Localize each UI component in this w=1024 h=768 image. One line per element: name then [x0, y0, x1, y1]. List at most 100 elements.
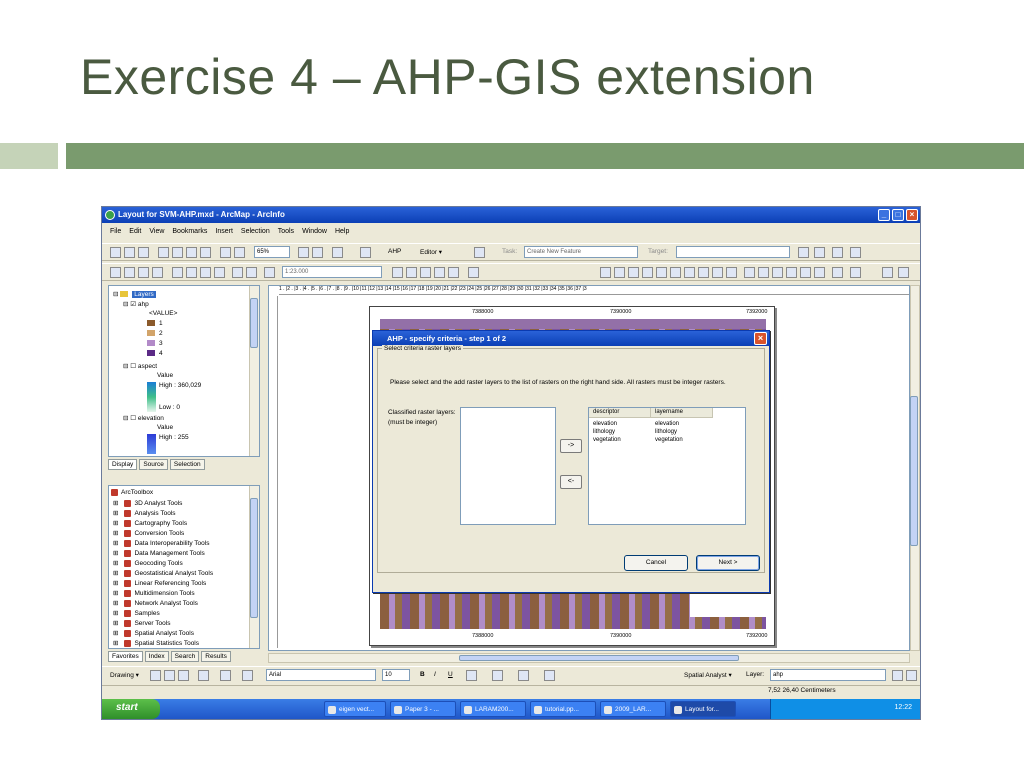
toggle-draft-icon[interactable]: [298, 247, 309, 258]
toc-layer-aspect[interactable]: ⊟ ☐ aspect: [123, 362, 157, 370]
font-color-icon[interactable]: [466, 670, 477, 681]
tab-search[interactable]: Search: [170, 651, 200, 662]
menu-file[interactable]: File: [110, 228, 121, 239]
taskbar-item[interactable]: 2009_LAR...: [600, 701, 666, 717]
collapse-icon[interactable]: ⊟: [113, 291, 120, 298]
menu-selection[interactable]: Selection: [241, 228, 270, 239]
selected-rasters-listview[interactable]: descriptor layername elevation elevation…: [588, 407, 746, 525]
zoom-in-icon[interactable]: [600, 267, 611, 278]
edit-tool-icon[interactable]: [798, 247, 809, 258]
menu-help[interactable]: Help: [335, 228, 349, 239]
pan-icon[interactable]: [656, 267, 667, 278]
layer-checkbox-unchecked[interactable]: ☐: [130, 363, 138, 370]
open-folder-icon[interactable]: [124, 267, 135, 278]
zoom-to-elements-icon[interactable]: [178, 670, 189, 681]
toc-icon[interactable]: [406, 267, 417, 278]
remove-layer-button[interactable]: <-: [560, 475, 582, 489]
menu-insert[interactable]: Insert: [215, 228, 233, 239]
fixed-zoom-in-icon[interactable]: [628, 267, 639, 278]
save-icon[interactable]: [138, 267, 149, 278]
go-to-xy-icon[interactable]: [786, 267, 797, 278]
zoom-out-icon[interactable]: [614, 267, 625, 278]
toolbox-item[interactable]: ⊞ Server Tools: [113, 619, 170, 627]
whats-this-icon[interactable]: [468, 267, 479, 278]
layout-view-icon[interactable]: [882, 267, 893, 278]
text-tool-icon[interactable]: [220, 670, 231, 681]
tab-results[interactable]: Results: [201, 651, 231, 662]
ahp-button[interactable]: AHP: [388, 248, 401, 255]
taskbar-item-active[interactable]: Layout for...: [670, 701, 736, 717]
start-button[interactable]: start: [102, 699, 160, 719]
html-popup-icon[interactable]: [832, 267, 843, 278]
zoom-whole-page-icon[interactable]: [186, 247, 197, 258]
menu-tools[interactable]: Tools: [278, 228, 294, 239]
cancel-button[interactable]: Cancel: [624, 555, 688, 571]
redo-icon[interactable]: [246, 267, 257, 278]
model-builder-icon[interactable]: [448, 267, 459, 278]
fixed-zoom-out-icon[interactable]: [642, 267, 653, 278]
back-extent-icon[interactable]: [220, 247, 231, 258]
toc-layer-ahp[interactable]: ⊟ ☑ ahp: [123, 300, 149, 308]
ahp-tool-icon[interactable]: [360, 247, 371, 258]
tab-index[interactable]: Index: [144, 651, 169, 662]
toolbox-item[interactable]: ⊞ Data Management Tools: [113, 549, 205, 557]
layer-combo[interactable]: ahp: [770, 669, 886, 681]
next-extent-icon[interactable]: [698, 267, 709, 278]
toc-scrollbar[interactable]: [249, 286, 259, 456]
menu-bookmarks[interactable]: Bookmarks: [172, 228, 207, 239]
line-color-icon[interactable]: [518, 670, 529, 681]
toolbox-item[interactable]: ⊞ Geostatistical Analyst Tools: [113, 569, 213, 577]
toolbox-item[interactable]: ⊞ Spatial Analyst Tools: [113, 629, 194, 637]
globe-full-extent-icon[interactable]: [670, 267, 681, 278]
change-layout-icon[interactable]: [332, 247, 343, 258]
close-button[interactable]: ×: [906, 209, 918, 221]
zoom-level-combo[interactable]: 65%: [254, 246, 290, 258]
taskbar-item[interactable]: Paper 3 - ...: [390, 701, 456, 717]
editor-toolbar-icon[interactable]: [392, 267, 403, 278]
toc-root-layers[interactable]: ⊟ Layers: [113, 290, 156, 298]
hyperlink-icon[interactable]: [814, 267, 825, 278]
identify-icon[interactable]: [758, 267, 769, 278]
fixed-zoom-icon[interactable]: [172, 247, 183, 258]
zoom-in-fixed-icon[interactable]: [110, 247, 121, 258]
available-rasters-list[interactable]: [460, 407, 556, 525]
cut-icon[interactable]: [172, 267, 183, 278]
tab-favorites[interactable]: Favorites: [108, 651, 143, 662]
toolbox-scrollbar[interactable]: [249, 486, 259, 648]
marker-color-icon[interactable]: [544, 670, 555, 681]
row-descriptor[interactable]: lithology: [593, 429, 615, 435]
fill-color-icon[interactable]: [492, 670, 503, 681]
arcmap-titlebar[interactable]: Layout for SVM-AHP.mxd - ArcMap - ArcInf…: [102, 207, 920, 223]
toolbox-item[interactable]: ⊞ 3D Analyst Tools: [113, 499, 182, 507]
taskbar-item[interactable]: LARAM200...: [460, 701, 526, 717]
maximize-button[interactable]: □: [892, 209, 904, 221]
arctoolbox-root[interactable]: ArcToolbox: [111, 489, 153, 496]
create-viewer-icon[interactable]: [850, 267, 861, 278]
zoom-100-icon[interactable]: [200, 247, 211, 258]
data-view-icon[interactable]: [898, 267, 909, 278]
select-elements-icon[interactable]: [150, 670, 161, 681]
paste-icon[interactable]: [200, 267, 211, 278]
toc-scroll-thumb[interactable]: [250, 298, 258, 348]
previous-extent-icon[interactable]: [684, 267, 695, 278]
arctoolbox-icon[interactable]: [420, 267, 431, 278]
taskbar-clock[interactable]: 12:22: [894, 704, 912, 711]
taskbar-item[interactable]: tutorial.pp...: [530, 701, 596, 717]
print-icon[interactable]: [152, 267, 163, 278]
next-button[interactable]: Next >: [696, 555, 760, 571]
rectangle-icon[interactable]: [198, 670, 209, 681]
copy-icon[interactable]: [186, 267, 197, 278]
column-header-layername[interactable]: layername: [651, 408, 713, 418]
font-combo[interactable]: Arial: [266, 669, 376, 681]
menu-window[interactable]: Window: [302, 228, 327, 239]
layer-checkbox-unchecked[interactable]: ☐: [130, 415, 138, 422]
histogram-icon[interactable]: [892, 670, 903, 681]
toolbox-item[interactable]: ⊞ Conversion Tools: [113, 529, 184, 537]
tab-display[interactable]: Display: [108, 459, 138, 470]
layout-scroll-thumb[interactable]: [910, 396, 918, 546]
layout-horizontal-scrollbar[interactable]: [268, 653, 910, 663]
rotate-icon[interactable]: [164, 670, 175, 681]
toolbox-scroll-thumb[interactable]: [250, 498, 258, 618]
delete-icon[interactable]: [214, 267, 225, 278]
row-layername[interactable]: lithology: [655, 429, 677, 435]
